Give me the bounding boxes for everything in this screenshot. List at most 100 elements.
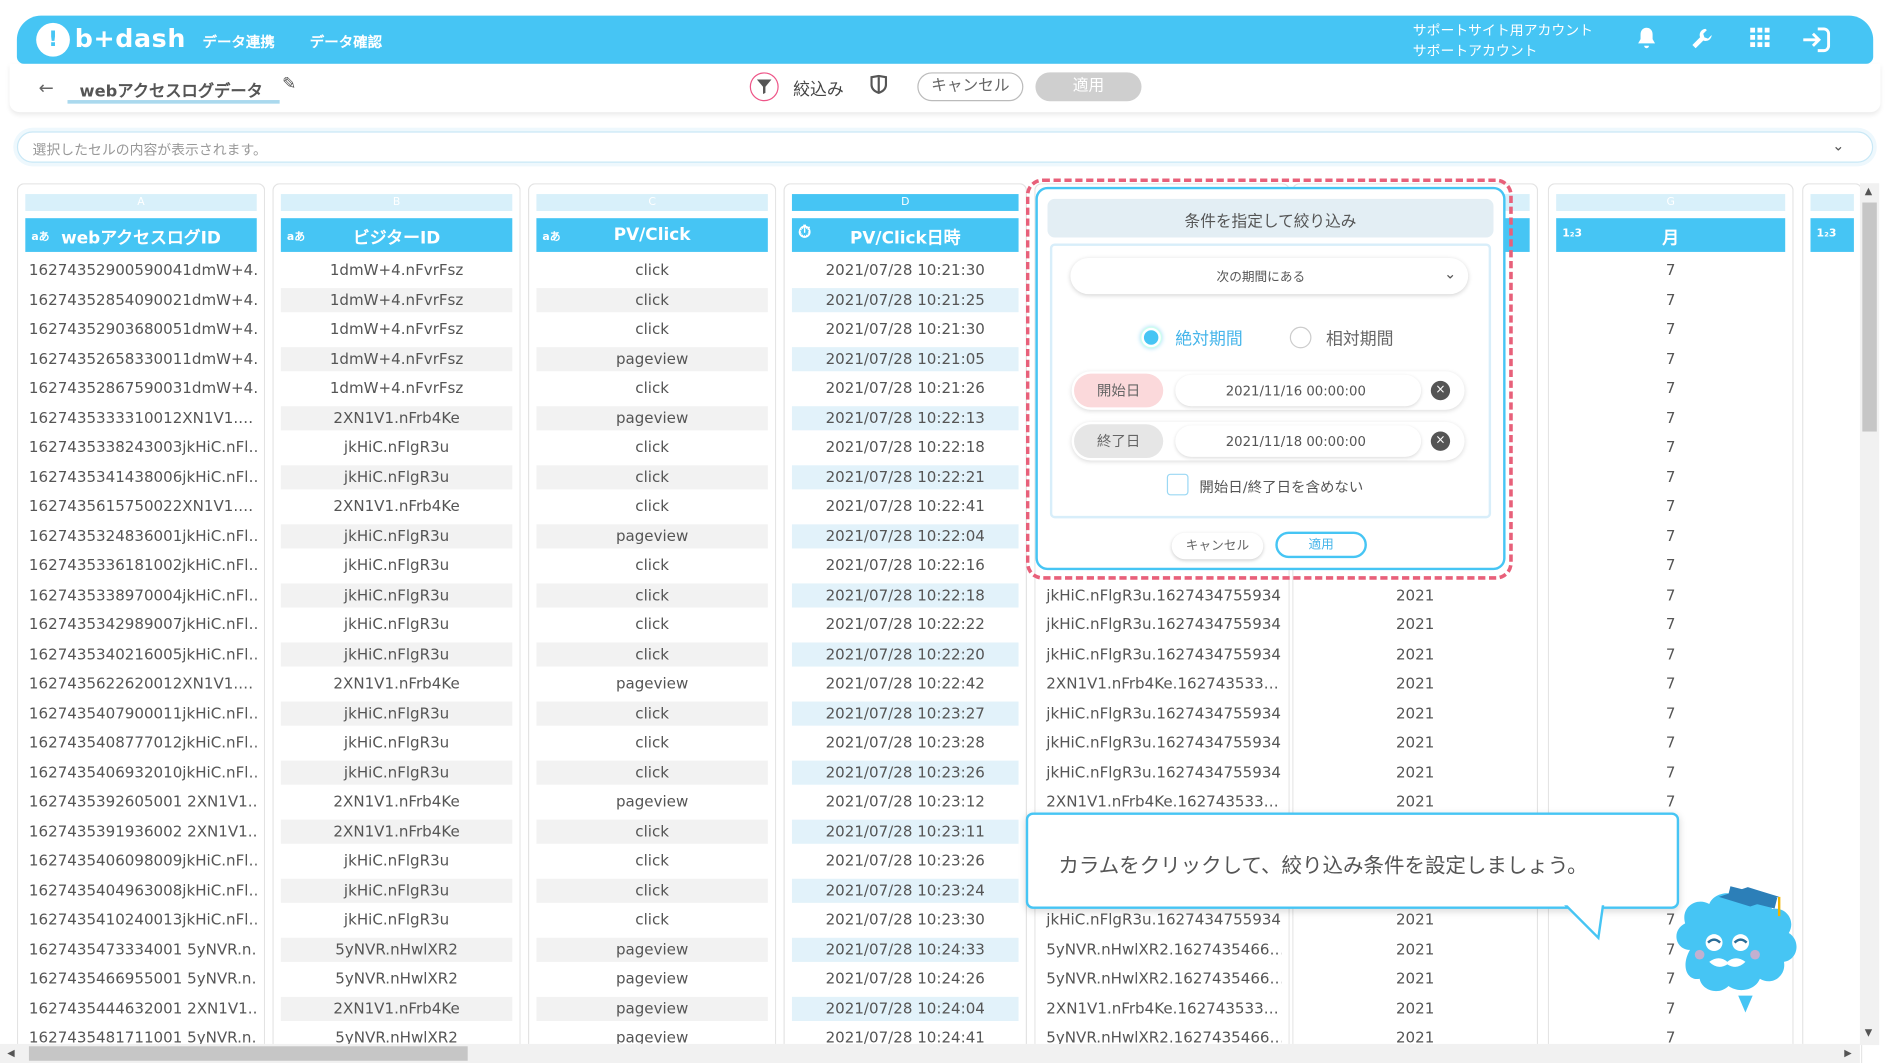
table-cell[interactable]: 2021 <box>1301 937 1530 961</box>
table-cell[interactable]: 2XN1V1.nFrb4Ke.162743533… <box>1043 671 1282 695</box>
table-cell[interactable]: 1627435338970004jkHiC.nFl… <box>25 583 257 607</box>
table-cell[interactable]: 2XN1V1.nFrb4Ke <box>281 671 512 695</box>
table-cell[interactable]: 2021/07/28 10:24:33 <box>791 937 1019 962</box>
table-cell[interactable]: click <box>536 730 767 754</box>
table-cell[interactable]: click <box>536 287 768 312</box>
table-cell[interactable]: click <box>536 435 767 459</box>
table-cell[interactable]: jkHiC.nFlgR3u.1627434755934 <box>1043 760 1282 784</box>
table-cell[interactable]: pageview <box>536 937 768 962</box>
table-cell[interactable]: 2021/07/28 10:21:30 <box>792 258 1019 282</box>
table-cell[interactable]: 2XN1V1.nFrb4Ke <box>280 996 513 1021</box>
table-cell[interactable]: 2021/07/28 10:23:24 <box>791 878 1019 903</box>
radio-relative-label[interactable]: 相対期間 <box>1326 327 1394 351</box>
table-cell[interactable]: 7 <box>1556 642 1785 666</box>
table-cell[interactable]: 1dmW+4.nFvrFsz <box>280 346 513 371</box>
table-cell[interactable]: 7 <box>1556 612 1785 636</box>
table-cell[interactable]: 1627435410240013jkHiC.nFl… <box>25 908 257 932</box>
chevron-down-icon[interactable]: ⌄ <box>1832 137 1844 154</box>
table-cell[interactable]: 7 <box>1556 258 1785 282</box>
table-cell[interactable]: 1dmW+4.nFvrFsz <box>281 258 512 282</box>
table-cell[interactable]: 2XN1V1.nFrb4Ke <box>281 790 512 814</box>
table-cell[interactable]: 7 <box>1556 465 1785 489</box>
table-cell[interactable]: jkHiC.nFlgR3u <box>280 464 513 489</box>
table-cell[interactable]: pageview <box>536 523 768 548</box>
table-cell[interactable]: 2021/07/28 10:23:30 <box>792 908 1019 932</box>
table-cell[interactable]: 1627435407900011jkHiC.nFl… <box>25 701 257 725</box>
column-header[interactable]: 1₂3 <box>1810 218 1854 252</box>
column-header[interactable]: aあ ビジターID <box>280 218 513 252</box>
table-cell[interactable]: 1dmW+4.nFvrFsz <box>281 376 512 400</box>
table-cell[interactable]: jkHiC.nFlgR3u <box>281 730 512 754</box>
table-cell[interactable]: click <box>536 612 767 636</box>
table-cell[interactable]: 2021/07/28 10:21:26 <box>792 376 1019 400</box>
table-cell[interactable]: pageview <box>536 967 767 991</box>
cell-content-bar[interactable] <box>16 131 1874 163</box>
table-cell[interactable]: click <box>536 849 767 873</box>
exclude-dates-label[interactable]: 開始日/終了日を含めない <box>1199 476 1363 496</box>
table-cell[interactable]: jkHiC.nFlgR3u <box>280 641 513 666</box>
nav-data-integration[interactable]: データ連携 <box>203 31 275 51</box>
table-cell[interactable]: 2021/07/28 10:22:21 <box>791 464 1019 489</box>
table-cell[interactable]: pageview <box>536 346 768 371</box>
table-cell[interactable]: jkHiC.nFlgR3u <box>280 878 513 903</box>
table-cell[interactable]: 2XN1V1.nFrb4Ke.162743533… <box>1043 790 1282 814</box>
popup-apply-button[interactable]: 適用 <box>1275 531 1367 559</box>
table-cell[interactable]: 2021/07/28 10:24:04 <box>791 996 1019 1021</box>
table-cell[interactable]: jkHiC.nFlgR3u.1627434755934 <box>1043 583 1282 607</box>
column-letter[interactable]: A <box>25 194 257 211</box>
table-cell[interactable]: 16274352900590041dmW+4… <box>25 258 257 282</box>
wrench-icon[interactable] <box>1690 27 1714 51</box>
table-cell[interactable]: 7 <box>1556 347 1785 371</box>
logout-icon[interactable] <box>1801 27 1832 53</box>
shield-icon[interactable] <box>870 74 888 99</box>
table-cell[interactable]: jkHiC.nFlgR3u <box>280 523 513 548</box>
table-cell[interactable]: 2021 <box>1301 967 1530 991</box>
table-cell[interactable]: 2021/07/28 10:22:42 <box>792 671 1019 695</box>
table-cell[interactable]: 2021/07/28 10:22:04 <box>791 523 1019 548</box>
table-cell[interactable]: 2021/07/28 10:23:28 <box>792 730 1019 754</box>
table-cell[interactable]: 1627435408777012jkHiC.nFl… <box>25 730 257 754</box>
table-cell[interactable]: 2021/07/28 10:21:05 <box>791 346 1019 371</box>
table-cell[interactable]: 2021 <box>1301 790 1530 814</box>
table-cell[interactable]: 7 <box>1556 553 1785 577</box>
table-cell[interactable]: jkHiC.nFlgR3u <box>281 849 512 873</box>
table-cell[interactable]: click <box>536 464 768 489</box>
table-cell[interactable]: 5yNVR.nHwlXR2.1627435466… <box>1043 937 1281 961</box>
table-cell[interactable]: 7 <box>1556 760 1785 784</box>
apps-grid-icon[interactable] <box>1748 27 1772 51</box>
toolbar-apply-button[interactable]: 適用 <box>1035 72 1142 102</box>
table-cell[interactable]: 1627435338243003jkHiC.nFl… <box>25 435 257 459</box>
table-cell[interactable]: click <box>536 760 768 785</box>
table-cell[interactable]: click <box>536 641 768 666</box>
table-cell[interactable]: 2021 <box>1301 642 1530 666</box>
table-cell[interactable]: 2XN1V1.nFrb4Ke.162743533… <box>1043 996 1282 1020</box>
column-letter[interactable]: B <box>280 194 513 211</box>
table-cell[interactable]: click <box>536 819 768 844</box>
table-cell[interactable]: 16274352903680051dmW+4… <box>25 317 257 341</box>
table-cell[interactable]: 7 <box>1556 671 1785 695</box>
table-cell[interactable]: jkHiC.nFlgR3u <box>281 553 512 577</box>
logo-text[interactable]: b+dash <box>75 24 186 53</box>
table-cell[interactable]: click <box>536 494 767 518</box>
table-cell[interactable]: jkHiC.nFlgR3u.1627434755934 <box>1043 908 1282 932</box>
table-cell[interactable]: jkHiC.nFlgR3u <box>281 435 512 459</box>
table-cell[interactable]: 7 <box>1556 287 1785 311</box>
pencil-icon[interactable]: ✎ <box>282 75 296 94</box>
table-cell[interactable]: 7 <box>1556 406 1785 430</box>
column-letter[interactable] <box>1810 194 1854 211</box>
dataset-title[interactable]: webアクセスログデータ <box>80 77 263 101</box>
table-cell[interactable]: jkHiC.nFlgR3u.1627434755934 <box>1043 701 1282 725</box>
vertical-scroll-thumb[interactable] <box>1862 202 1877 432</box>
table-cell[interactable]: 2XN1V1.nFrb4Ke <box>280 405 513 430</box>
table-cell[interactable]: 2XN1V1.nFrb4Ke <box>280 819 513 844</box>
table-cell[interactable]: jkHiC.nFlgR3u.1627434755934 <box>1043 612 1282 636</box>
table-cell[interactable]: 1627435342989007jkHiC.nFl… <box>25 612 257 636</box>
table-cell[interactable]: 2021/07/28 10:23:26 <box>792 849 1019 873</box>
table-cell[interactable]: 1627435444632001 2XN1V1.… <box>25 996 257 1020</box>
table-cell[interactable]: 2021/07/28 10:23:11 <box>791 819 1019 844</box>
column-letter[interactable]: G <box>1556 194 1786 211</box>
table-cell[interactable]: click <box>536 258 767 282</box>
table-cell[interactable]: pageview <box>536 671 767 695</box>
table-cell[interactable]: 2021/07/28 10:22:18 <box>791 582 1019 607</box>
table-cell[interactable]: 1627435406098009jkHiC.nFl… <box>25 849 257 873</box>
